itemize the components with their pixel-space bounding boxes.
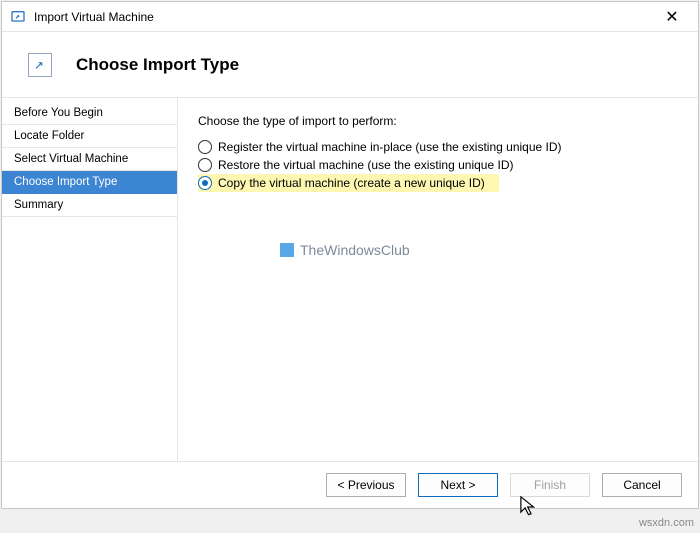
radio-label: Register the virtual machine in-place (u…: [218, 140, 562, 154]
radio-bullet-icon: [198, 140, 212, 154]
titlebar: Import Virtual Machine ✕: [2, 2, 698, 32]
app-icon: [10, 9, 26, 25]
sidebar-item-choose-import-type[interactable]: Choose Import Type: [2, 171, 177, 194]
close-button[interactable]: ✕: [650, 3, 694, 31]
sidebar-item-select-virtual-machine[interactable]: Select Virtual Machine: [2, 148, 177, 171]
previous-button[interactable]: < Previous: [326, 473, 406, 497]
watermark-logo-icon: [280, 243, 294, 257]
watermark-text: TheWindowsClub: [300, 242, 410, 258]
sidebar: Before You Begin Locate Folder Select Vi…: [2, 98, 178, 461]
window-title: Import Virtual Machine: [34, 10, 154, 24]
page-title: Choose Import Type: [76, 55, 239, 75]
radio-bullet-icon: [198, 158, 212, 172]
import-icon: [28, 53, 52, 77]
content-panel: Choose the type of import to perform: Re…: [178, 98, 698, 461]
radio-copy[interactable]: Copy the virtual machine (create a new u…: [198, 174, 499, 192]
cancel-button[interactable]: Cancel: [602, 473, 682, 497]
wizard-window: Import Virtual Machine ✕ Choose Import T…: [1, 1, 699, 509]
attribution-text: wsxdn.com: [639, 517, 694, 529]
radio-label: Restore the virtual machine (use the exi…: [218, 158, 513, 172]
wizard-footer: < Previous Next > Finish Cancel: [2, 462, 698, 508]
radio-restore[interactable]: Restore the virtual machine (use the exi…: [198, 156, 678, 174]
sidebar-item-locate-folder[interactable]: Locate Folder: [2, 125, 177, 148]
wizard-body: Before You Begin Locate Folder Select Vi…: [2, 98, 698, 462]
prompt-text: Choose the type of import to perform:: [198, 114, 678, 128]
radio-label: Copy the virtual machine (create a new u…: [218, 176, 485, 190]
watermark: TheWindowsClub: [280, 242, 410, 258]
radio-register-in-place[interactable]: Register the virtual machine in-place (u…: [198, 138, 678, 156]
radio-bullet-icon: [198, 176, 212, 190]
sidebar-item-before-you-begin[interactable]: Before You Begin: [2, 102, 177, 125]
next-button[interactable]: Next >: [418, 473, 498, 497]
wizard-header: Choose Import Type: [2, 32, 698, 98]
finish-button: Finish: [510, 473, 590, 497]
sidebar-item-summary[interactable]: Summary: [2, 194, 177, 217]
